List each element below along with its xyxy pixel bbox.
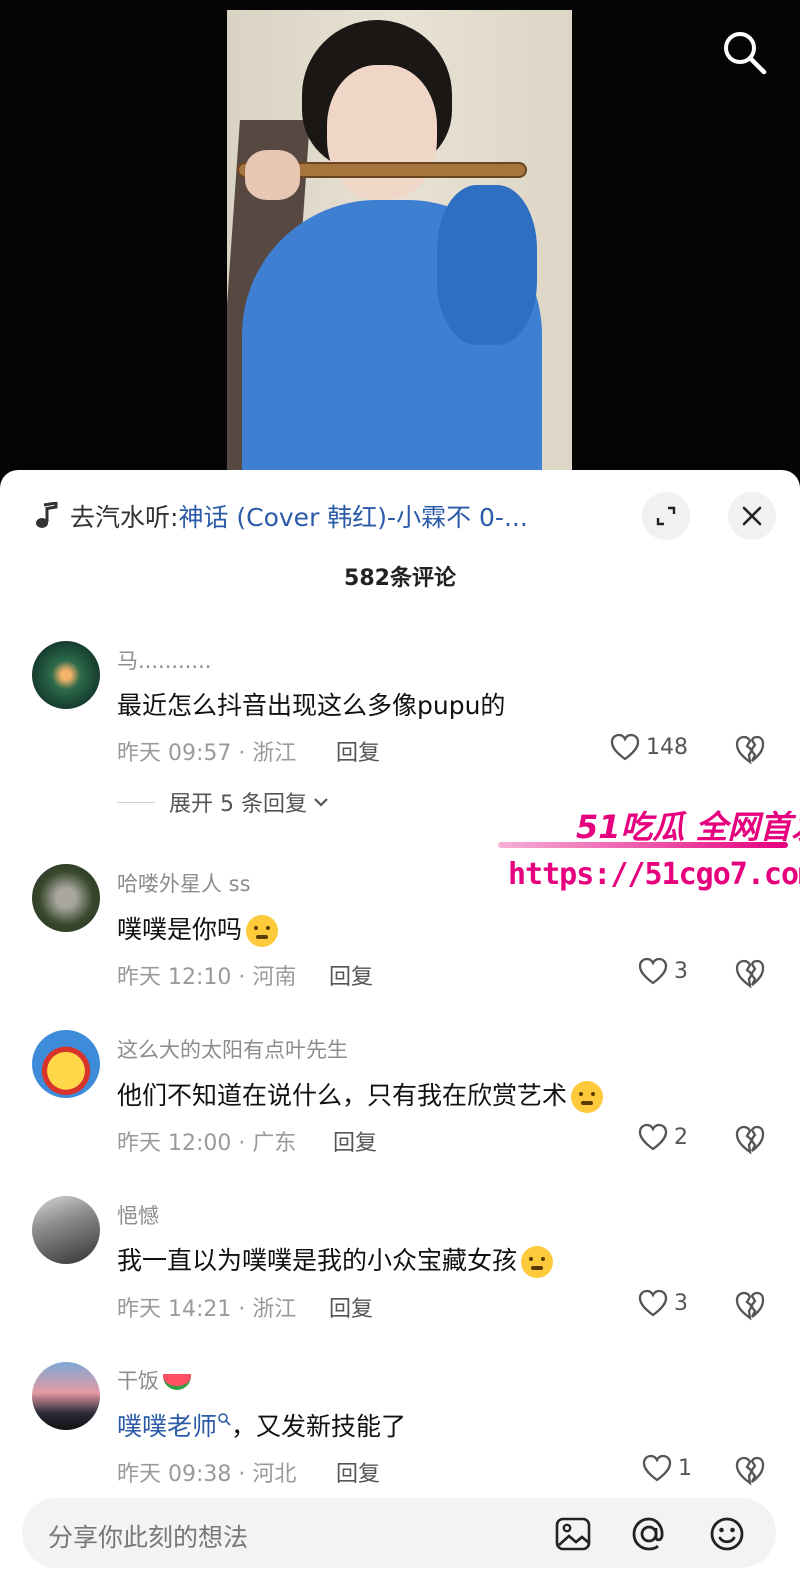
comment-input-placeholder: 分享你此刻的想法 xyxy=(48,1523,249,1552)
search-icon xyxy=(724,32,767,75)
like-count: 3 xyxy=(674,1290,688,1316)
comment-author[interactable]: 这么大的太阳有点叶先生 xyxy=(117,1034,348,1064)
reply-button[interactable]: 回复 xyxy=(329,959,373,991)
like-count: 148 xyxy=(646,734,688,760)
comment-author[interactable]: 哈喽外星人 ss xyxy=(117,868,251,898)
comment-text-body: 噗噗是你吗 xyxy=(117,915,243,944)
music-link[interactable]: 去汽水听: 神话 (Cover 韩红)-小霖不 0-... xyxy=(34,494,624,538)
watermark-overlay: 51吃瓜 全网首发 https://51cgo7.com xyxy=(498,802,800,902)
comment-text-body: 我一直以为噗噗是我的小众宝藏女孩 xyxy=(117,1246,518,1275)
expand-icon xyxy=(656,506,676,526)
reply-button[interactable]: 回复 xyxy=(336,1456,380,1488)
image-icon[interactable] xyxy=(554,1515,592,1553)
comment-input[interactable]: 分享你此刻的想法 xyxy=(22,1498,776,1568)
avatar[interactable] xyxy=(32,1362,100,1430)
comments-count: 582条评论 xyxy=(344,566,456,591)
heart-icon xyxy=(638,957,668,985)
heart-icon xyxy=(610,733,640,761)
music-title[interactable]: 神话 (Cover 韩红)-小霖不 0-... xyxy=(178,498,527,534)
watermark-underline xyxy=(498,842,788,848)
chevron-down-icon xyxy=(314,798,328,807)
comment-text: 他们不知道在说什么，只有我在欣赏艺术 xyxy=(117,1076,604,1113)
comment-author[interactable]: 干饭 xyxy=(117,1365,191,1395)
comment-author-name: 干饭 xyxy=(117,1369,159,1393)
heart-icon xyxy=(638,1123,668,1151)
close-icon xyxy=(742,506,762,526)
broken-heart-icon[interactable] xyxy=(734,1289,766,1321)
watermelon-icon xyxy=(163,1374,191,1390)
divider xyxy=(117,801,155,803)
like-button[interactable]: 2 xyxy=(638,1123,688,1151)
search-small-icon xyxy=(218,1412,231,1426)
comment-author[interactable]: 悒憾 xyxy=(117,1200,159,1230)
close-button[interactable] xyxy=(728,492,776,540)
like-count: 2 xyxy=(674,1124,688,1150)
video-figure-hood xyxy=(437,185,537,345)
comment-text: 最近怎么抖音出现这么多像pupu的 xyxy=(117,691,506,720)
emoji-icon xyxy=(571,1081,604,1113)
comment-text-body: ，又发新技能了 xyxy=(231,1412,407,1441)
avatar[interactable] xyxy=(32,1030,100,1098)
video-frame[interactable] xyxy=(227,10,572,480)
emoji-icon[interactable] xyxy=(708,1515,746,1553)
comment-meta: 昨天 12:10 · 河南 xyxy=(117,965,297,990)
expand-button[interactable] xyxy=(642,492,690,540)
like-button[interactable]: 1 xyxy=(642,1454,692,1482)
comment-meta: 昨天 09:57 · 浙江 xyxy=(117,741,297,766)
broken-heart-icon[interactable] xyxy=(734,1454,766,1486)
like-count: 3 xyxy=(674,958,688,984)
reply-button[interactable]: 回复 xyxy=(329,1291,373,1323)
emoji-icon xyxy=(246,915,279,947)
like-count: 1 xyxy=(678,1455,692,1481)
comment-text-body: 他们不知道在说什么，只有我在欣赏艺术 xyxy=(117,1081,568,1110)
expand-replies-label: 展开 5 条回复 xyxy=(169,792,307,817)
comment-text: 噗噗是你吗 xyxy=(117,910,279,947)
avatar[interactable] xyxy=(32,864,100,932)
music-prefix: 去汽水听: xyxy=(70,503,179,532)
emoji-icon xyxy=(521,1246,554,1278)
comment-sheet xyxy=(0,470,800,1571)
watermark-url: https://51cgo7.com xyxy=(508,857,800,892)
comment-text: 噗噗老师 ，又发新技能了 xyxy=(117,1407,406,1443)
expand-replies-button[interactable]: 展开 5 条回复 xyxy=(117,786,331,818)
broken-heart-icon[interactable] xyxy=(734,733,766,765)
video-player[interactable] xyxy=(0,0,800,480)
like-button[interactable]: 3 xyxy=(638,1289,688,1317)
comment-meta: 昨天 12:00 · 广东 xyxy=(117,1131,297,1156)
reply-button[interactable]: 回复 xyxy=(333,1125,377,1157)
broken-heart-icon[interactable] xyxy=(734,957,766,989)
avatar[interactable] xyxy=(32,1196,100,1264)
heart-icon xyxy=(642,1454,672,1482)
at-icon[interactable] xyxy=(630,1515,668,1553)
avatar[interactable] xyxy=(32,641,100,709)
video-figure-hand xyxy=(245,150,300,200)
heart-icon xyxy=(638,1289,668,1317)
like-button[interactable]: 148 xyxy=(610,733,688,761)
video-figure-face xyxy=(327,65,437,200)
comment-author[interactable]: 马........... xyxy=(117,645,211,675)
comment-text: 我一直以为噗噗是我的小众宝藏女孩 xyxy=(117,1241,554,1278)
music-note-icon xyxy=(36,502,58,528)
search-button[interactable] xyxy=(720,28,768,76)
reply-button[interactable]: 回复 xyxy=(336,735,380,767)
mention-link[interactable]: 噗噗老师 xyxy=(117,1412,217,1441)
comment-meta: 昨天 09:38 · 河北 xyxy=(117,1462,297,1487)
like-button[interactable]: 3 xyxy=(638,957,688,985)
comment-meta: 昨天 14:21 · 浙江 xyxy=(117,1297,297,1322)
broken-heart-icon[interactable] xyxy=(734,1123,766,1155)
